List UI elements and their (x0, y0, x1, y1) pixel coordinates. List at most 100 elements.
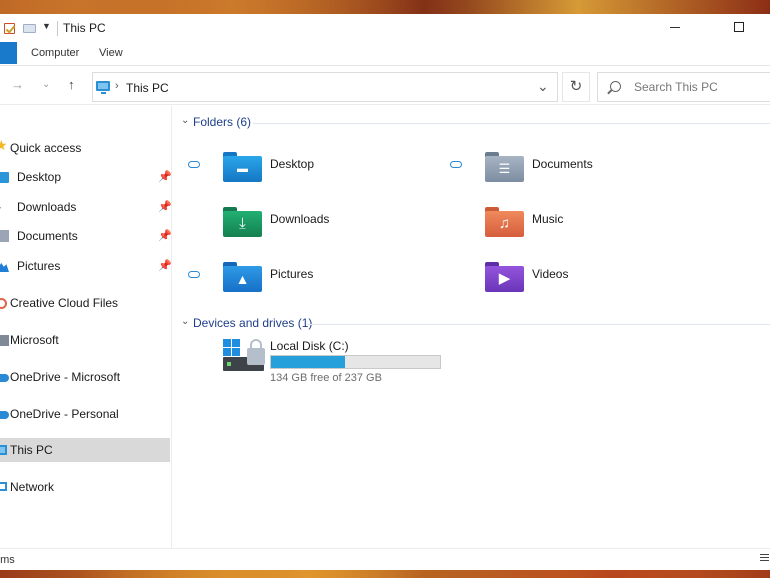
cloud-status-icon (450, 161, 462, 168)
documents-folder-icon (0, 230, 9, 242)
quick-access-toolbar-dropdown-icon[interactable]: ▼ (42, 21, 51, 31)
this-pc-icon (0, 445, 7, 455)
drive-local-disk-c[interactable]: Local Disk (C:) 134 GB free of 237 GB (223, 339, 453, 387)
windows-logo-icon (223, 339, 240, 356)
creative-cloud-icon (0, 298, 7, 309)
sidebar-item-label: OneDrive - Personal (10, 407, 119, 421)
sidebar-item-quick-access[interactable]: ★ Quick access (0, 136, 170, 160)
folder-videos[interactable]: ▶ Videos (485, 258, 715, 304)
sidebar-item-label: Creative Cloud Files (10, 296, 119, 310)
pictures-folder-icon (0, 262, 9, 272)
navigation-bar: → ⌄ ↑ › This PC ⌄ ↻ (0, 67, 770, 105)
sidebar-item-label: Documents (17, 229, 78, 243)
sidebar-item-label: Pictures (17, 259, 61, 273)
folder-label: Desktop (270, 157, 315, 171)
tab-view[interactable]: View (99, 47, 123, 59)
pin-icon[interactable]: 📌 (158, 200, 172, 213)
address-bar[interactable]: › This PC ⌄ (92, 72, 558, 102)
collapse-chevron-icon[interactable]: ⌄ (181, 316, 189, 327)
navigation-pane: ★ Quick access Desktop 📌 ↓ Downloads 📌 D… (0, 106, 172, 548)
sidebar-item-pictures[interactable]: Pictures 📌 (0, 254, 172, 278)
maximize-button[interactable] (734, 22, 744, 32)
desktop-folder-icon (0, 172, 9, 183)
sidebar-item-desktop[interactable]: Desktop 📌 (0, 165, 172, 189)
sidebar-item-microsoft[interactable]: Microsoft (0, 328, 170, 352)
sidebar-item-this-pc[interactable]: This PC (0, 438, 170, 462)
tab-computer[interactable]: Computer (31, 47, 79, 59)
devices-group-header[interactable]: ⌄ Devices and drives (1) (173, 315, 770, 333)
details-view-icon[interactable] (760, 554, 769, 563)
this-pc-icon (96, 81, 110, 94)
refresh-button[interactable]: ↻ (562, 72, 590, 102)
title-bar: ▼ This PC (0, 14, 770, 42)
downloads-folder-icon: ⤓ (223, 207, 262, 237)
sidebar-item-onedrive-personal[interactable]: OneDrive - Personal (0, 402, 170, 426)
star-icon: ★ (0, 137, 8, 153)
properties-checkbox-icon[interactable] (4, 23, 15, 34)
cloud-status-icon (188, 271, 200, 278)
group-divider (307, 324, 770, 325)
pictures-folder-icon: ▲ (223, 262, 262, 292)
breadcrumb-this-pc[interactable]: This PC (126, 81, 169, 95)
up-arrow-icon[interactable]: ↑ (68, 77, 75, 92)
address-dropdown-icon[interactable]: ⌄ (537, 78, 549, 95)
search-icon (610, 81, 621, 92)
desktop-folder-icon: ▬ (223, 152, 262, 182)
sidebar-item-onedrive-microsoft[interactable]: OneDrive - Microsoft (0, 365, 170, 389)
sidebar-item-label: Network (10, 480, 55, 494)
pin-icon[interactable]: 📌 (158, 229, 172, 242)
onedrive-icon (0, 411, 9, 419)
sidebar-item-label: Downloads (17, 200, 77, 214)
folder-label: Downloads (270, 212, 330, 226)
content-pane: ⌄ Folders (6) ▬ Desktop ☰ Documents ⤓ Do… (173, 106, 770, 548)
pin-icon[interactable]: 📌 (158, 170, 172, 183)
search-input[interactable] (634, 80, 770, 94)
drive-free-space: 134 GB free of 237 GB (270, 372, 382, 384)
status-bar: ems (0, 548, 770, 570)
new-folder-icon[interactable] (23, 24, 36, 33)
network-icon (0, 482, 7, 491)
downloads-folder-icon: ↓ (0, 197, 9, 211)
sidebar-item-label: Desktop (17, 170, 62, 184)
folder-music[interactable]: ♫ Music (485, 203, 715, 249)
folders-group-header[interactable]: ⌄ Folders (6) (173, 114, 770, 132)
sidebar-item-network[interactable]: Network (0, 475, 170, 499)
folder-label: Documents (532, 157, 593, 171)
item-count: ems (0, 554, 15, 566)
recent-locations-chevron-icon[interactable]: ⌄ (42, 79, 50, 90)
documents-folder-icon: ☰ (485, 152, 524, 182)
sidebar-item-creative-cloud-files[interactable]: Creative Cloud Files (0, 291, 170, 315)
music-folder-icon: ♫ (485, 207, 524, 237)
folder-desktop[interactable]: ▬ Desktop (188, 148, 453, 194)
minimize-button[interactable] (670, 27, 680, 28)
devices-group-title: Devices and drives (1) (193, 316, 313, 330)
drive-usage-bar (270, 355, 441, 369)
pin-icon[interactable]: 📌 (158, 259, 172, 272)
sidebar-item-label: Quick access (10, 141, 82, 155)
drive-label: Local Disk (C:) (270, 339, 349, 353)
sidebar-item-downloads[interactable]: ↓ Downloads 📌 (0, 195, 172, 219)
search-box[interactable] (597, 72, 770, 102)
folders-group-title: Folders (6) (193, 115, 252, 129)
file-explorer-window: ▼ This PC Computer View → ⌄ ↑ › This PC … (0, 14, 770, 570)
group-divider (253, 123, 770, 124)
collapse-chevron-icon[interactable]: ⌄ (181, 115, 189, 126)
folder-label: Videos (532, 267, 569, 281)
refresh-icon: ↻ (569, 78, 583, 95)
sidebar-item-documents[interactable]: Documents 📌 (0, 224, 172, 248)
bitlocker-lock-icon (247, 339, 265, 365)
title-separator (57, 21, 58, 36)
drive-usage-fill (271, 356, 345, 368)
onedrive-icon (0, 374, 9, 382)
folder-pictures[interactable]: ▲ Pictures (188, 258, 453, 304)
breadcrumb-chevron-icon[interactable]: › (115, 80, 119, 92)
folder-downloads[interactable]: ⤓ Downloads (223, 203, 453, 249)
window-title: This PC (63, 21, 106, 35)
microsoft-icon (0, 335, 9, 346)
ribbon-tabs: Computer View (0, 42, 770, 66)
tab-file[interactable] (0, 42, 17, 64)
folder-label: Music (532, 212, 564, 226)
forward-arrow-icon[interactable]: → (11, 77, 24, 92)
videos-folder-icon: ▶ (485, 262, 524, 292)
folder-documents[interactable]: ☰ Documents (450, 148, 715, 194)
